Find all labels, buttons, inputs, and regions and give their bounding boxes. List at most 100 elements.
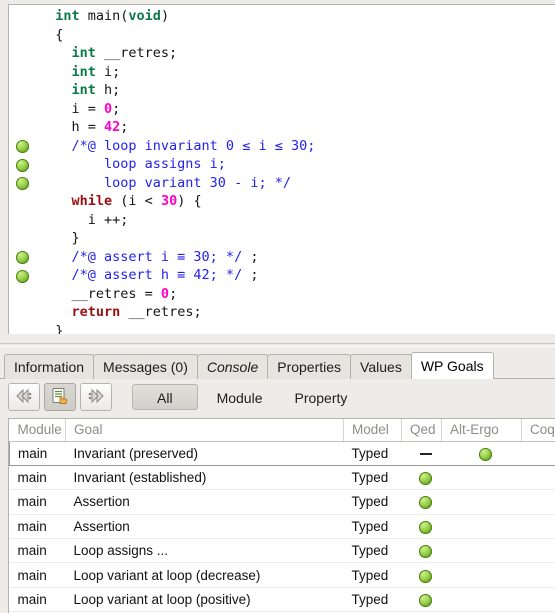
proved-marker-icon[interactable] [16, 158, 29, 172]
cell-model[interactable]: Typed [343, 489, 402, 515]
cell-coq[interactable] [521, 514, 555, 540]
code-line[interactable]: int h; [9, 81, 555, 100]
code-line[interactable]: h = 42; [9, 118, 555, 137]
cell-qed[interactable] [401, 440, 442, 466]
cell-module[interactable]: main [9, 562, 66, 588]
cell-module[interactable]: main [9, 465, 66, 491]
cell-qed[interactable] [401, 514, 442, 540]
column-header-qed[interactable]: Qed [401, 419, 442, 442]
cell-alt-ergo[interactable] [441, 465, 522, 491]
cell-qed[interactable] [401, 538, 442, 564]
code-line[interactable]: while (i < 30) { [9, 192, 555, 211]
cell-module[interactable]: main [9, 514, 66, 540]
cell-alt-ergo[interactable] [441, 562, 522, 588]
column-header-model[interactable]: Model [343, 419, 402, 442]
cell-alt-ergo[interactable] [441, 514, 522, 540]
scope-property-button[interactable]: Property [281, 384, 360, 410]
column-header-alt-ergo[interactable]: Alt-Ergo [441, 419, 522, 442]
proved-marker-icon[interactable] [16, 251, 29, 264]
cell-coq[interactable] [521, 587, 555, 613]
code-token: 0 [104, 100, 113, 117]
dock-tab-values[interactable]: Values [350, 354, 412, 379]
source-code-view[interactable]: int main(void) { int __retres; int i; in… [8, 4, 555, 334]
code-line[interactable]: loop variant 30 - i; */ [9, 174, 555, 193]
previous-goal-button[interactable] [8, 383, 40, 411]
proved-status-icon [419, 472, 432, 486]
dock-tab-properties[interactable]: Properties [267, 354, 352, 379]
cell-goal[interactable]: Loop assigns ... [65, 538, 344, 564]
cell-coq[interactable] [521, 489, 555, 515]
dock-tab-console[interactable]: Console [196, 354, 269, 379]
column-header-coq[interactable]: Coq [521, 419, 555, 442]
cell-alt-ergo[interactable] [441, 440, 522, 466]
code-token: 0 [160, 285, 170, 302]
proved-marker-icon[interactable] [16, 140, 29, 153]
code-line[interactable]: /*@ assert i ≡ 30; */ ; [9, 248, 555, 267]
code-line[interactable]: int main(void) [9, 7, 555, 26]
cell-goal[interactable]: Invariant (preserved) [65, 440, 344, 466]
code-token: { [39, 26, 64, 43]
cell-goal[interactable]: Assertion [65, 489, 344, 515]
code-line[interactable]: i = 0; [9, 100, 555, 119]
column-header-module[interactable]: Module [9, 419, 66, 442]
cell-qed[interactable] [401, 587, 442, 613]
cell-alt-ergo[interactable] [441, 587, 522, 613]
cell-coq[interactable] [521, 562, 555, 588]
cell-coq[interactable] [521, 440, 555, 466]
cell-goal[interactable]: Invariant (established) [65, 465, 344, 491]
cell-module[interactable]: main [9, 587, 66, 613]
cell-model[interactable]: Typed [343, 587, 402, 613]
code-line[interactable]: return __retres; [9, 303, 555, 322]
code-line[interactable]: loop assigns i; [9, 155, 555, 174]
table-row[interactable]: main Assertion Typed [9, 489, 555, 515]
code-line[interactable]: } [9, 322, 555, 335]
goal-source-button[interactable] [44, 383, 76, 411]
table-row[interactable]: main Invariant (established) Typed [9, 465, 555, 491]
code-line[interactable]: i ++; [9, 211, 555, 230]
code-line[interactable]: { [9, 26, 555, 45]
cell-goal[interactable]: Loop variant at loop (decrease) [65, 562, 344, 588]
proved-marker-icon[interactable] [16, 269, 29, 283]
dock-tab-wp-goals[interactable]: WP Goals [410, 352, 494, 379]
dock-tab-messages-0[interactable]: Messages (0) [93, 354, 198, 379]
cell-qed[interactable] [401, 465, 442, 491]
cell-module[interactable]: main [9, 538, 66, 564]
code-line[interactable]: int __retres; [9, 44, 555, 63]
cell-alt-ergo[interactable] [441, 489, 522, 515]
column-header-goal[interactable]: Goal [65, 419, 344, 442]
cell-model[interactable]: Typed [343, 465, 402, 491]
table-body[interactable]: main Invariant (preserved) Typed main Invari… [9, 440, 555, 613]
cell-model[interactable]: Typed [343, 440, 402, 466]
code-line[interactable]: __retres = 0; [9, 285, 555, 304]
cell-alt-ergo[interactable] [441, 538, 522, 564]
proved-marker-icon[interactable] [16, 177, 29, 190]
table-row[interactable]: main Loop assigns ... Typed [9, 538, 555, 564]
code-line[interactable]: /*@ loop invariant 0 ≤ i ≤ 30; [9, 137, 555, 156]
pane-splitter[interactable] [0, 343, 555, 347]
table-row[interactable]: main Loop variant at loop (decrease) Typed [9, 562, 555, 588]
cell-goal[interactable]: Loop variant at loop (positive) [65, 587, 344, 613]
scope-all-button[interactable]: All [132, 384, 198, 410]
cell-model[interactable]: Typed [343, 538, 402, 564]
table-row[interactable]: main Assertion Typed [9, 514, 555, 540]
wp-goals-table-container[interactable]: Module Goal Model Qed Alt-Ergo Coq main Invari… [8, 418, 555, 613]
code-line[interactable]: /*@ assert h ≡ 42; */ ; [9, 266, 555, 285]
code-line[interactable]: int i; [9, 63, 555, 82]
cell-goal[interactable]: Assertion [65, 514, 344, 540]
cell-model[interactable]: Typed [343, 562, 402, 588]
cell-qed[interactable] [401, 562, 442, 588]
source-code-lines[interactable]: int main(void) { int __retres; int i; in… [9, 7, 555, 334]
code-line[interactable]: } [9, 229, 555, 248]
dock-tab-information[interactable]: Information [4, 354, 95, 379]
table-row[interactable]: main Invariant (preserved) Typed [9, 440, 555, 466]
table-row[interactable]: main Loop variant at loop (positive) Typed [9, 587, 555, 613]
cell-model[interactable]: Typed [343, 514, 402, 540]
cell-coq[interactable] [521, 538, 555, 564]
cell-qed[interactable] [401, 489, 442, 515]
next-goal-button[interactable] [80, 383, 112, 411]
cell-module[interactable]: main [9, 440, 66, 466]
code-token: 30 [160, 193, 178, 209]
cell-module[interactable]: main [9, 489, 66, 515]
scope-module-button[interactable]: Module [204, 384, 276, 410]
cell-coq[interactable] [521, 465, 555, 491]
